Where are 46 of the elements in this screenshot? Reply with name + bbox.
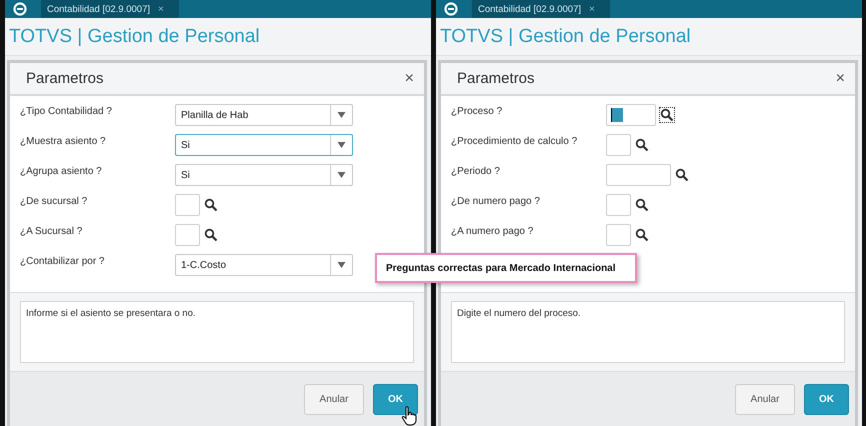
dropdown[interactable]: Si [175,164,353,186]
input-field[interactable] [606,134,631,156]
input-field[interactable] [606,104,656,126]
field-label: ¿Periodo ? [451,165,501,177]
dropdown[interactable]: Planilla de Hab [175,104,353,126]
tooltip: Preguntas correctas para Mercado Internacional [375,253,637,283]
input-field[interactable] [606,164,671,186]
field-label: ¿Contabilizar por ? [20,255,106,267]
close-button[interactable]: × [836,70,845,88]
app-title: TOTVS | Gestion de Personal [440,26,691,48]
dropdown[interactable]: 1-C.Costo [175,254,353,276]
tab[interactable]: Contabilidad [02.9.0007] × [41,0,179,18]
search-icon[interactable] [204,228,218,242]
dropdown[interactable]: Si [175,134,353,156]
tab[interactable]: Contabilidad [02.9.0007] × [472,0,610,18]
input-field[interactable] [606,194,631,216]
dialog-title: Parametros [457,70,535,87]
help-text: Informe si el asiento se presentara o no. [20,301,414,363]
logo-icon [11,2,29,16]
field-label: ¿A Sucursal ? [20,225,84,237]
field-label: ¿Muestra asiento ? [20,135,107,147]
app-title: TOTVS | Gestion de Personal [9,26,260,48]
search-icon[interactable] [635,138,649,152]
search-icon[interactable] [660,108,674,122]
field-label: ¿Agrupa asiento ? [20,165,103,177]
cancel-button[interactable]: Anular [304,384,364,414]
field-label: ¿Proceso ? [451,105,504,117]
close-icon[interactable]: × [589,4,595,14]
field-label: ¿A numero pago ? [451,225,534,237]
close-icon[interactable]: × [158,4,164,14]
dialog-title: Parametros [26,70,104,87]
field-label: ¿Procedimiento de calculo ? [451,135,578,147]
cancel-button[interactable]: Anular [735,384,795,414]
logo-icon [442,2,460,16]
search-icon[interactable] [204,198,218,212]
help-text: Digite el numero del proceso. [451,301,845,363]
input-field[interactable] [175,194,200,216]
input-field[interactable] [606,224,631,246]
search-icon[interactable] [635,198,649,212]
input-field[interactable] [175,224,200,246]
search-icon[interactable] [675,168,689,182]
field-label: ¿Tipo Contabilidad ? [20,105,113,117]
close-button[interactable]: × [404,70,414,88]
field-label: ¿De sucursal ? [20,195,88,207]
field-label: ¿De numero pago ? [451,195,541,207]
search-icon[interactable] [635,228,649,242]
